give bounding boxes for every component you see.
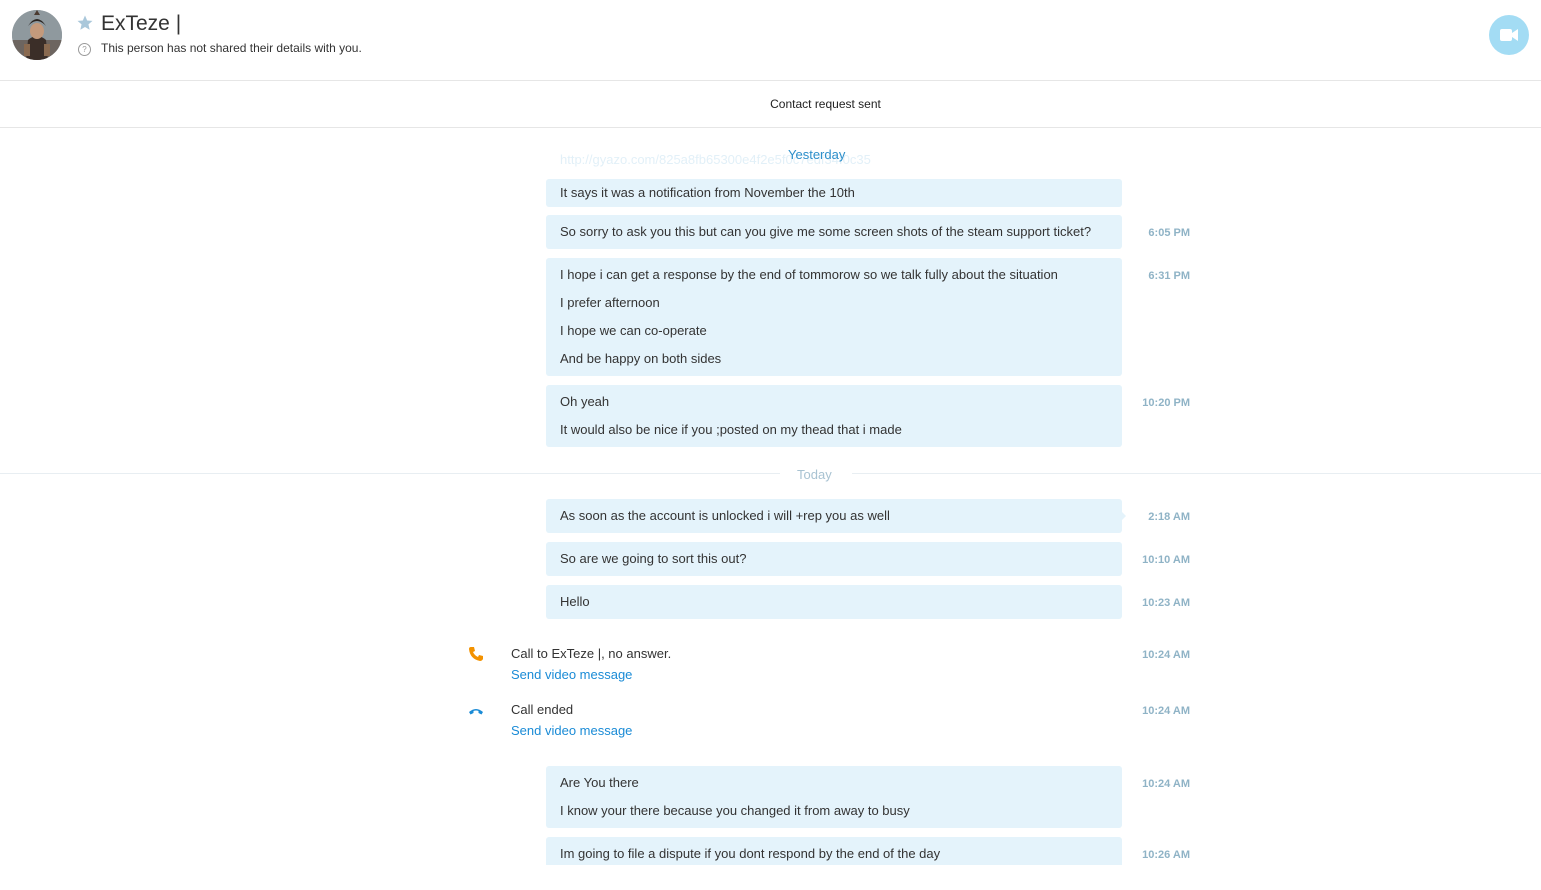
message-timestamp: 10:20 PM	[1142, 397, 1190, 409]
favorite-star-icon[interactable]	[76, 14, 94, 32]
message-text: I know your there because you changed it…	[560, 803, 910, 818]
message-history[interactable]: http://gyazo.com/825a8fb65300e4f2e5f0c7e…	[0, 128, 1541, 865]
contact-name[interactable]: ExTeze |	[101, 12, 181, 36]
call-timestamp: 10:24 AM	[1142, 705, 1190, 717]
message-text: So sorry to ask you this but can you giv…	[560, 224, 1092, 239]
message-timestamp: 10:24 AM	[1142, 778, 1190, 790]
message-bubble[interactable]: Are You there I know your there because …	[546, 766, 1122, 828]
message-text: It says it was a notification from Novem…	[560, 185, 855, 200]
bubble-pointer	[1121, 511, 1126, 521]
message-bubble[interactable]: As soon as the account is unlocked i wil…	[546, 499, 1122, 533]
message-timestamp: 6:31 PM	[1148, 270, 1190, 282]
message-timestamp: 10:26 AM	[1142, 849, 1190, 861]
message-bubble[interactable]: I hope i can get a response by the end o…	[546, 258, 1122, 376]
message-bubble[interactable]: So sorry to ask you this but can you giv…	[546, 215, 1122, 249]
message-timestamp: 2:18 AM	[1148, 511, 1190, 523]
message-text: I hope we can co-operate	[560, 323, 707, 338]
send-video-message-link[interactable]: Send video message	[511, 723, 632, 738]
message-text: I prefer afternoon	[560, 295, 660, 310]
video-call-button[interactable]	[1489, 15, 1529, 55]
help-icon[interactable]: ?	[78, 43, 91, 56]
call-status-text: Call ended	[511, 702, 574, 717]
video-camera-icon	[1500, 29, 1518, 41]
message-text: Oh yeah	[560, 394, 610, 409]
message-timestamp: 10:23 AM	[1142, 597, 1190, 609]
message-bubble[interactable]: Hello	[546, 585, 1122, 619]
message-text: As soon as the account is unlocked i wil…	[560, 508, 890, 523]
message-timestamp: 6:05 PM	[1148, 227, 1190, 239]
message-timestamp: 10:10 AM	[1142, 554, 1190, 566]
send-video-message-link[interactable]: Send video message	[511, 667, 632, 682]
contact-details-text: This person has not shared their details…	[101, 41, 362, 55]
phone-hangup-icon	[468, 704, 484, 720]
message-bubble[interactable]: So are we going to sort this out?	[546, 542, 1122, 576]
day-separator-today: Today	[797, 467, 832, 482]
message-text: So are we going to sort this out?	[560, 551, 747, 566]
call-status-text: Call to ExTeze |, no answer.	[511, 646, 672, 661]
message-text: I hope i can get a response by the end o…	[560, 267, 1058, 282]
phone-outgoing-icon	[468, 646, 484, 662]
contact-request-text: Contact request sent	[770, 97, 881, 111]
message-bubble[interactable]: Im going to file a dispute if you dont r…	[546, 837, 1122, 865]
call-timestamp: 10:24 AM	[1142, 649, 1190, 661]
day-separator-line	[0, 473, 1541, 474]
day-separator-yesterday: Yesterday	[788, 147, 846, 162]
message-text: And be happy on both sides	[560, 351, 722, 366]
contact-request-banner: Contact request sent	[0, 81, 1541, 128]
message-text: It would also be nice if you ;posted on …	[560, 422, 902, 437]
message-text: Im going to file a dispute if you dont r…	[560, 846, 941, 861]
message-bubble[interactable]: It says it was a notification from Novem…	[546, 179, 1122, 207]
message-bubble[interactable]: Oh yeah It would also be nice if you ;po…	[546, 385, 1122, 447]
contact-avatar[interactable]	[12, 10, 62, 60]
message-text: Hello	[560, 594, 590, 609]
conversation-header: ExTeze | ? This person has not shared th…	[0, 0, 1541, 81]
message-text: Are You there	[560, 775, 639, 790]
